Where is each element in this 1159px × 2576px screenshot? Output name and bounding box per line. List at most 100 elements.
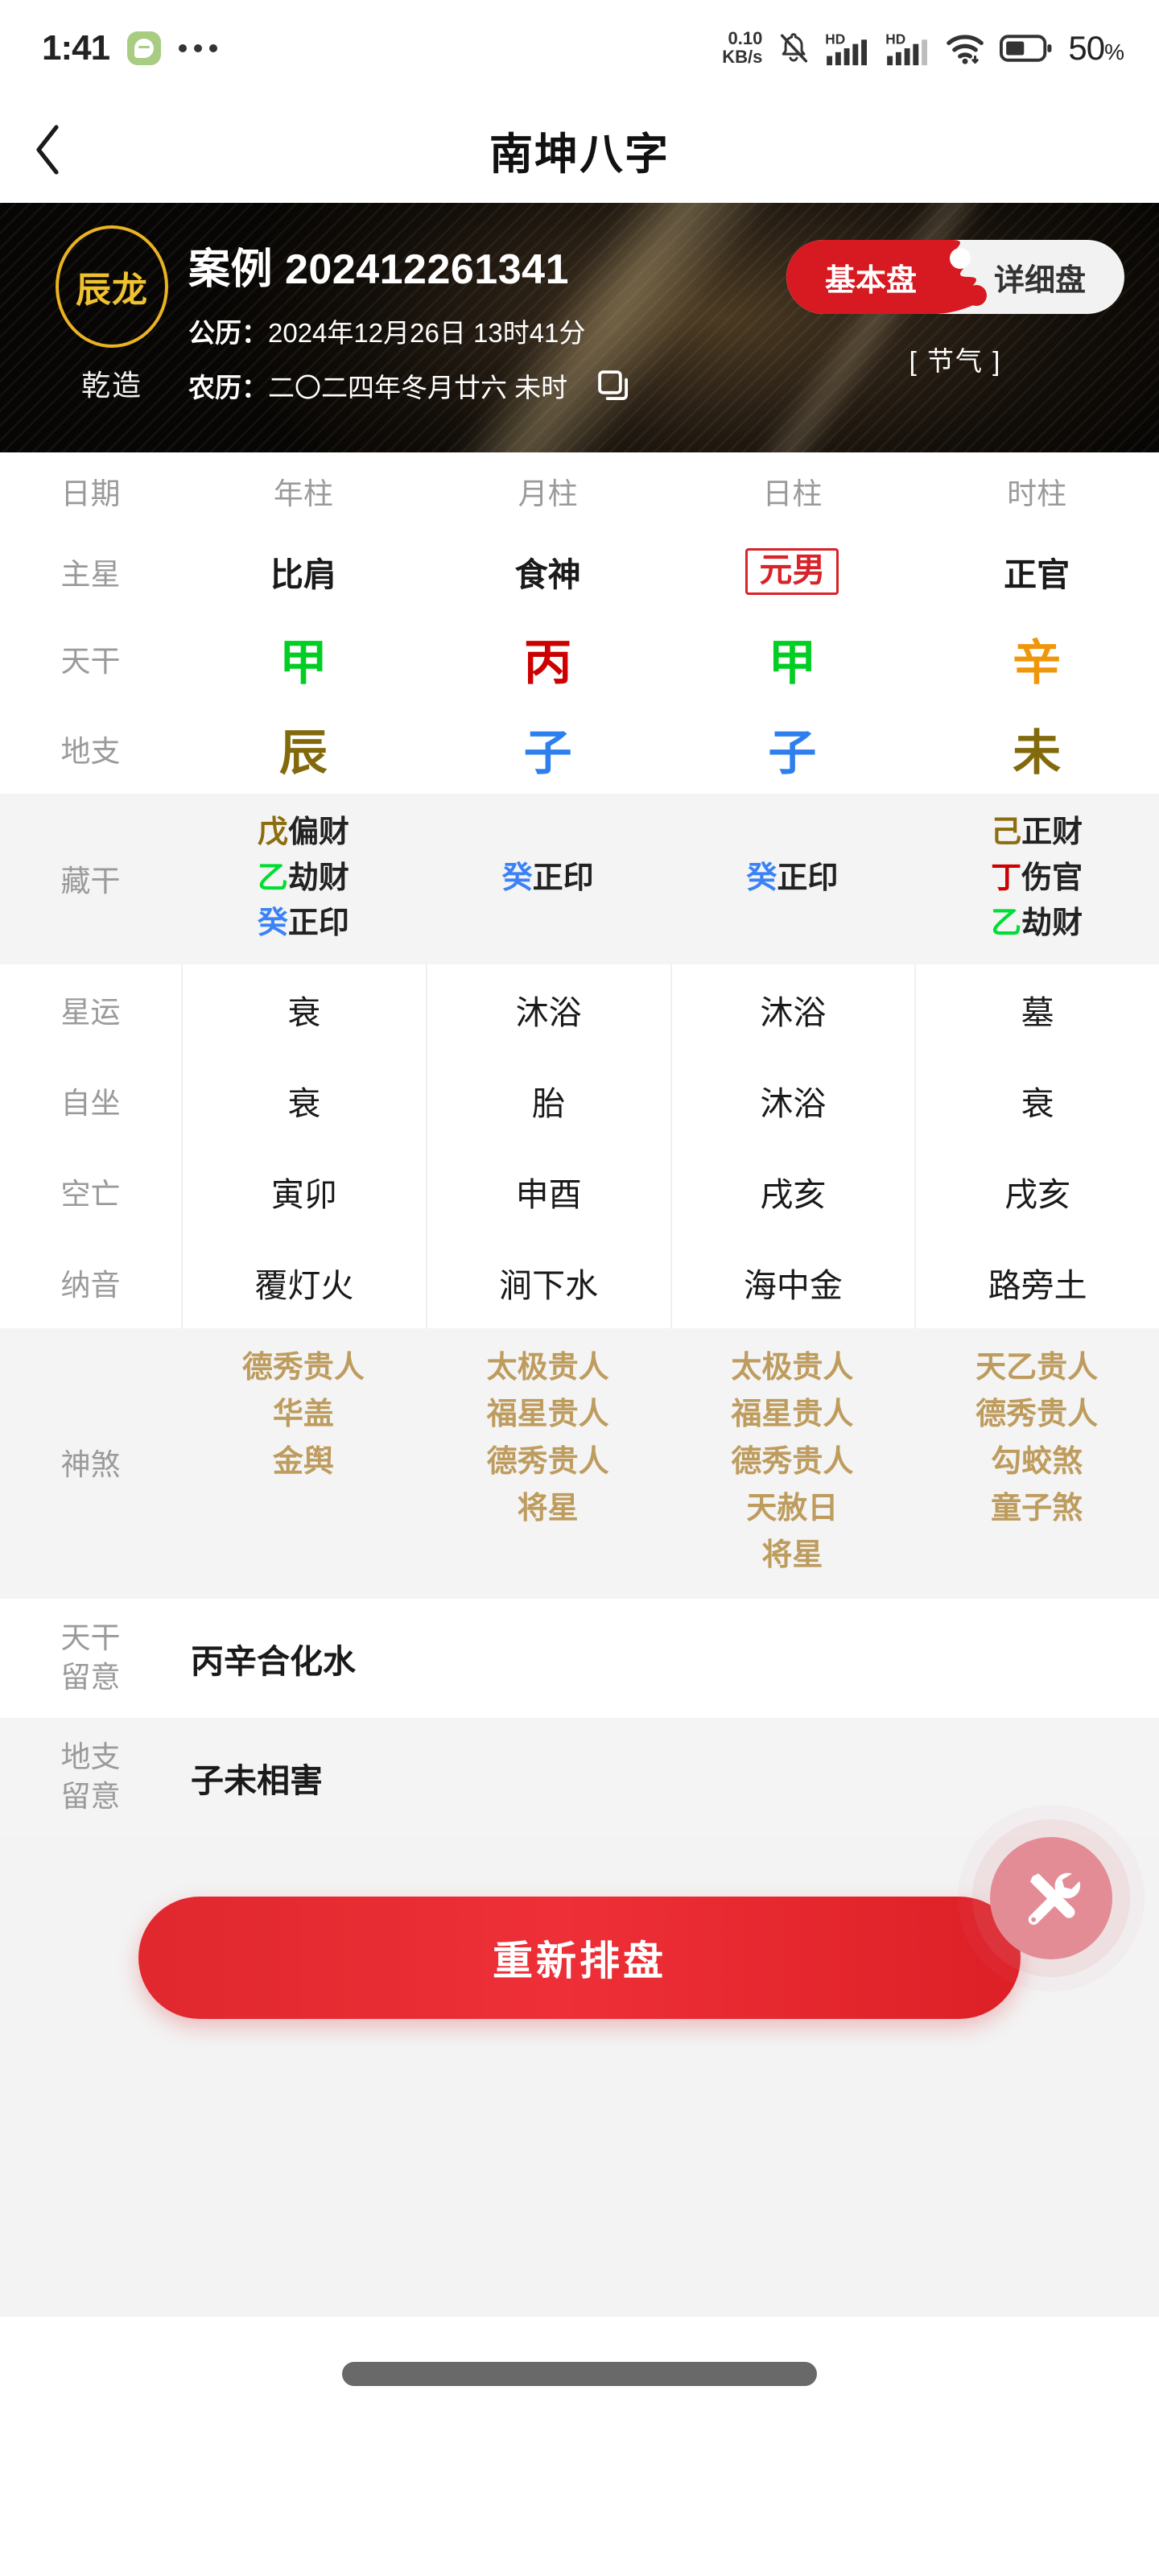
- heavenly-stem-note-label: 天干 留意: [0, 1619, 181, 1698]
- case-info: 案例 202412261341 公历： 2024年12月26日 13时41分 农…: [188, 225, 782, 436]
- table-header-row: 日期 年柱 月柱 日柱 时柱: [0, 452, 1159, 530]
- rebuild-chart-button[interactable]: 重新排盘: [138, 1896, 1021, 2019]
- column-header-hour: 时柱: [1007, 477, 1067, 510]
- shensha-item: 德秀贵人: [731, 1444, 854, 1479]
- shensha-item: 天赦日: [746, 1491, 839, 1525]
- earthly-branch-note-label: 地支 留意: [0, 1738, 181, 1817]
- earthly-branch-row: 地支 辰 子 子 未: [0, 704, 1159, 794]
- hidden-stem-god: 正印: [777, 861, 839, 895]
- shensha-item: 华盖: [272, 1397, 334, 1432]
- column-header-year: 年柱: [273, 477, 333, 510]
- tools-icon: [1028, 1872, 1081, 1926]
- shensha-item: 金舆: [272, 1444, 334, 1479]
- row-label-heavenly-stem: 天干: [60, 645, 121, 678]
- main-star-year-text: 比肩: [270, 556, 336, 593]
- column-header-day: 日柱: [762, 477, 823, 510]
- hidden-stem-god: 正印: [287, 906, 349, 941]
- nayin-year: 覆灯火: [181, 1236, 426, 1328]
- earthly-branch-note-row: 地支 留意 子未相害: [0, 1717, 1159, 1837]
- tab-basic-chart[interactable]: 基本盘: [786, 255, 955, 299]
- lunar-date-label: 农历：: [188, 373, 268, 402]
- chart-mode-toggle[interactable]: 基本盘 详细盘: [786, 240, 1124, 314]
- home-indicator-bar[interactable]: [0, 2316, 1159, 2431]
- earthly-branch-year: 辰: [278, 725, 328, 780]
- hidden-stems-year: 戊偏财 乙劫财 癸正印: [181, 813, 426, 943]
- shensha-month: 太极贵人 福星贵人 德秀贵人 将星: [426, 1349, 670, 1575]
- home-indicator: [342, 2361, 817, 2386]
- main-star-row: 主星 比肩 食神 元男 正官: [0, 530, 1159, 613]
- chat-bubble-icon: [127, 31, 162, 65]
- row-label-self-sit: 自坐: [60, 1087, 121, 1121]
- zodiac-block: 辰龙 乾造: [35, 225, 188, 436]
- status-bar-right: 0.10 KB/s HD HD 50%: [722, 29, 1124, 68]
- network-speed-value: 0.10: [728, 28, 763, 49]
- earthly-branch-month: 子: [523, 725, 572, 780]
- solar-date-value: 2024年12月26日 13时41分: [268, 318, 586, 348]
- signal-bars-hd-icon-1: HD: [826, 31, 868, 66]
- hidden-stems-hour: 己正财 丁伤官 乙劫财: [914, 813, 1159, 943]
- main-star-month-text: 食神: [514, 556, 581, 593]
- more-dots-icon: [179, 44, 218, 52]
- main-star-day: 元男: [670, 530, 915, 613]
- hidden-stem-char: 癸: [501, 861, 533, 895]
- bell-muted-icon: [781, 33, 808, 63]
- chart-info-panel: 辰龙 乾造 案例 202412261341 公历： 2024年12月26日 13…: [0, 203, 1159, 452]
- main-star-day-text: 元男: [745, 548, 839, 595]
- gender-label: 乾造: [80, 369, 142, 402]
- hidden-stem-char: 戊: [257, 815, 288, 849]
- self-sit-day: 沐浴: [670, 1055, 915, 1146]
- jieqi-button[interactable]: [ 节气 ]: [909, 340, 1002, 378]
- hidden-stem-item: 乙劫财: [991, 904, 1083, 943]
- hidden-stem-god: 劫财: [287, 861, 349, 895]
- shensha-item: 德秀贵人: [241, 1350, 365, 1385]
- shensha-item: 勾蛟煞: [991, 1444, 1083, 1479]
- star-fortune-month: 沐浴: [425, 964, 670, 1055]
- nayin-day: 海中金: [670, 1236, 915, 1328]
- shensha-item: 太极贵人: [731, 1350, 854, 1385]
- footer-area: 重新排盘: [0, 1836, 1159, 2019]
- main-star-hour: 正官: [914, 530, 1159, 613]
- nayin-row: 纳音 覆灯火 涧下水 海中金 路旁土: [0, 1236, 1159, 1328]
- copy-button[interactable]: [595, 367, 632, 404]
- shensha-item: 天乙贵人: [975, 1350, 1099, 1385]
- earthly-branch-hour: 未: [1013, 725, 1062, 780]
- copy-icon: [598, 370, 629, 401]
- row-label-date: 日期: [60, 477, 121, 510]
- hidden-stem-god: 劫财: [1021, 906, 1083, 941]
- tab-detail-chart[interactable]: 详细盘: [955, 255, 1124, 299]
- nav-header: 南坤八字: [0, 97, 1159, 203]
- panel-controls: 基本盘 详细盘 [ 节气 ]: [782, 225, 1128, 436]
- hidden-stems-month: 癸正印: [426, 813, 670, 943]
- heavenly-stem-hour: 辛: [1013, 635, 1062, 690]
- row-label-hidden-stems: 藏干: [60, 864, 121, 898]
- shensha-year: 德秀贵人 华盖 金舆: [181, 1349, 426, 1575]
- tools-fab-button[interactable]: [990, 1837, 1112, 1959]
- row-label-earthly-branch: 地支: [60, 735, 121, 768]
- earthly-branch-note-value: 子未相害: [191, 1761, 323, 1799]
- shensha-item: 福星贵人: [486, 1397, 609, 1432]
- column-header-month: 月柱: [518, 477, 578, 510]
- shensha-item: 德秀贵人: [975, 1397, 1099, 1432]
- note-label-line2: 留意: [60, 1660, 121, 1694]
- shensha-item: 将星: [761, 1538, 823, 1573]
- case-title: 案例 202412261341: [188, 246, 569, 293]
- note-label-line1: 地支: [60, 1740, 121, 1773]
- hd-label-2: HD: [886, 31, 906, 47]
- main-star-year: 比肩: [181, 530, 426, 613]
- hidden-stem-char: 乙: [991, 906, 1022, 941]
- hd-label-1: HD: [826, 31, 846, 47]
- hidden-stems-day: 癸正印: [670, 813, 915, 943]
- battery-percent-unit: %: [1104, 39, 1124, 64]
- network-speed-unit: KB/s: [722, 47, 763, 67]
- hidden-stem-god: 偏财: [287, 815, 349, 849]
- shensha-item: 将星: [517, 1491, 579, 1525]
- shensha-item: 童子煞: [991, 1491, 1083, 1525]
- shensha-item: 福星贵人: [731, 1397, 854, 1432]
- zodiac-badge: 辰龙: [56, 225, 168, 348]
- star-fortune-row: 星运 衰 沐浴 沐浴 墓: [0, 964, 1159, 1055]
- shensha-item: 太极贵人: [486, 1350, 609, 1385]
- star-fortune-year: 衰: [181, 964, 426, 1055]
- status-bar: 1:41 0.10 KB/s HD HD 50%: [0, 0, 1159, 97]
- row-label-void: 空亡: [60, 1178, 121, 1212]
- void-month: 申酉: [425, 1146, 670, 1237]
